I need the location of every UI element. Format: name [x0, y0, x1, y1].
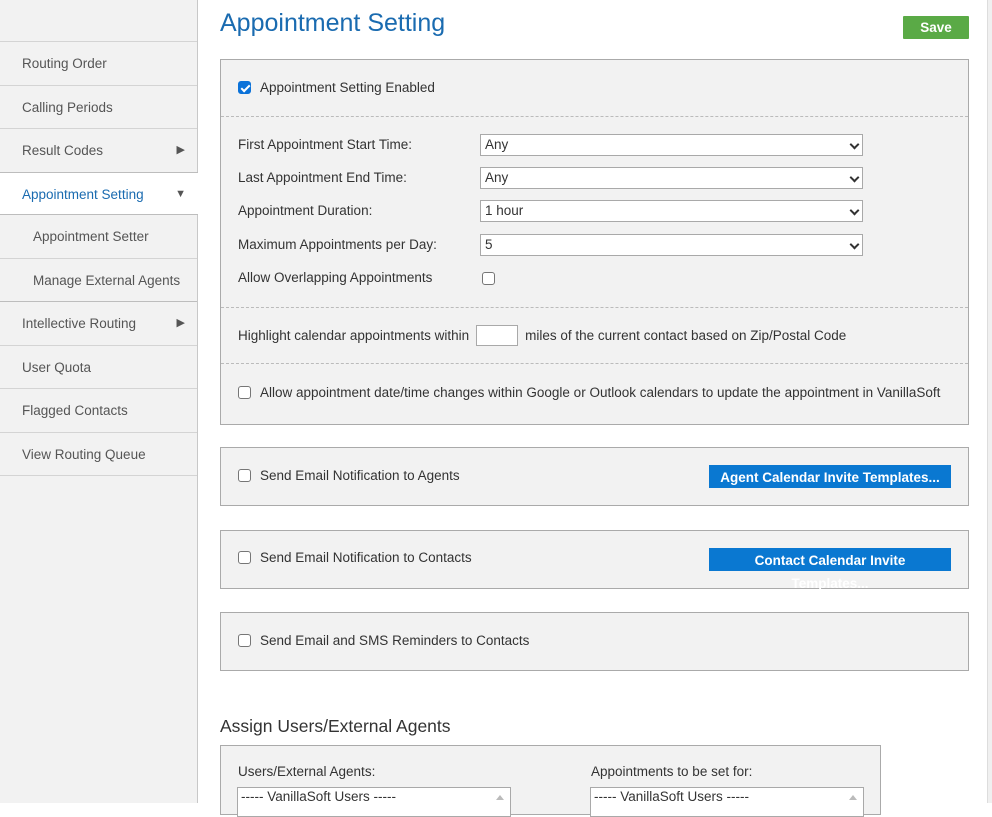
sidebar: Routing Order Calling Periods Result Cod…	[0, 0, 198, 803]
highlight-section: Highlight calendar appointments within m…	[221, 308, 968, 364]
max-per-day-select[interactable]: 5	[480, 234, 863, 256]
sidebar-item-view-routing-queue[interactable]: View Routing Queue	[0, 433, 197, 476]
enabled-label: Appointment Setting Enabled	[260, 80, 435, 95]
page-scrollbar[interactable]	[987, 0, 992, 803]
users-agents-label: Users/External Agents:	[238, 764, 376, 779]
sidebar-item-label: Result Codes	[22, 143, 104, 158]
listbox-option[interactable]: ----- VanillaSoft Users -----	[594, 789, 749, 804]
agent-notification-row[interactable]: Send Email Notification to Agents	[238, 468, 460, 483]
overlap-label: Allow Overlapping Appointments	[238, 270, 433, 285]
contact-notification-checkbox[interactable]	[238, 551, 251, 564]
scroll-up-icon[interactable]	[496, 795, 504, 800]
scroll-up-icon[interactable]	[849, 795, 857, 800]
sidebar-item-appointment-setter[interactable]: Appointment Setter	[0, 215, 197, 259]
reminders-checkbox[interactable]	[238, 634, 251, 647]
first-start-time-select[interactable]: Any	[480, 134, 863, 156]
calendar-sync-label: Allow appointment date/time changes with…	[260, 385, 941, 400]
sidebar-item-flagged-contacts[interactable]: Flagged Contacts	[0, 389, 197, 433]
max-per-day-value: 5	[485, 237, 493, 252]
duration-value: 1 hour	[485, 203, 524, 218]
agent-notification-checkbox[interactable]	[238, 469, 251, 482]
calendar-sync-row[interactable]: Allow appointment date/time changes with…	[238, 385, 940, 400]
sidebar-item-manage-external-agents[interactable]: Manage External Agents	[0, 259, 197, 302]
chevron-down-icon	[849, 205, 860, 216]
contact-notification-panel: Send Email Notification to Contacts Cont…	[220, 530, 969, 591]
sidebar-item-label: Appointment Setting	[22, 186, 144, 202]
enable-section: Appointment Setting Enabled	[221, 60, 968, 117]
calendar-sync-checkbox[interactable]	[238, 386, 251, 399]
sidebar-item-user-quota[interactable]: User Quota	[0, 346, 197, 389]
caret-down-icon[interactable]: ▼	[175, 173, 186, 216]
page-title: Appointment Setting	[220, 9, 446, 37]
agent-notification-panel: Send Email Notification to Agents Agent …	[220, 447, 969, 506]
time-settings-section: First Appointment Start Time: Any Last A…	[221, 117, 968, 308]
appointments-for-listbox[interactable]: ----- VanillaSoft Users -----	[590, 787, 864, 817]
listbox-option[interactable]: ----- VanillaSoft Users -----	[241, 789, 396, 804]
calendar-sync-section: Allow appointment date/time changes with…	[221, 364, 968, 424]
duration-select[interactable]: 1 hour	[480, 200, 863, 222]
enabled-checkbox-row[interactable]: Appointment Setting Enabled	[238, 80, 435, 95]
sidebar-item-label: User Quota	[22, 359, 92, 375]
save-button[interactable]: Save	[903, 16, 969, 39]
last-end-time-value: Any	[485, 170, 509, 185]
appointment-settings-panel: Appointment Setting Enabled First Appoin…	[220, 59, 969, 425]
sidebar-item-calling-periods[interactable]: Calling Periods	[0, 86, 197, 129]
sidebar-item-label: Manage External Agents	[33, 272, 181, 288]
appointments-for-label: Appointments to be set for:	[591, 764, 753, 779]
highlight-suffix: miles of the current contact based on Zi…	[525, 328, 847, 343]
sidebar-item-result-codes[interactable]: Result Codes ▶	[0, 129, 197, 173]
sidebar-top-spacer	[0, 0, 197, 42]
chevron-down-icon	[849, 139, 860, 150]
miles-input[interactable]	[476, 325, 519, 346]
agent-notification-label: Send Email Notification to Agents	[260, 468, 460, 483]
users-agents-listbox[interactable]: ----- VanillaSoft Users -----	[237, 787, 511, 817]
first-start-time-value: Any	[485, 137, 509, 152]
contact-notification-row[interactable]: Send Email Notification to Contacts	[238, 550, 472, 565]
sidebar-item-label: Appointment Setter	[33, 229, 149, 244]
overlap-checkbox[interactable]	[482, 272, 495, 285]
sidebar-item-appointment-setting[interactable]: Appointment Setting ▼	[0, 171, 198, 216]
highlight-prefix: Highlight calendar appointments within	[238, 328, 470, 343]
last-end-time-label: Last Appointment End Time:	[238, 170, 407, 185]
sidebar-item-label: View Routing Queue	[22, 446, 146, 462]
chevron-down-icon	[849, 172, 860, 183]
enabled-checkbox[interactable]	[238, 81, 251, 94]
sidebar-item-label: Calling Periods	[22, 99, 113, 115]
max-per-day-label: Maximum Appointments per Day:	[238, 237, 437, 252]
duration-label: Appointment Duration:	[238, 203, 373, 218]
assign-section-title: Assign Users/External Agents	[220, 716, 451, 736]
chevron-down-icon	[849, 239, 860, 250]
contact-calendar-templates-button[interactable]: Contact Calendar Invite Templates...	[709, 548, 951, 591]
sidebar-item-label: Flagged Contacts	[22, 403, 128, 418]
highlight-row: Highlight calendar appointments within m…	[238, 325, 846, 346]
first-start-time-label: First Appointment Start Time:	[238, 137, 413, 152]
reminders-panel: Send Email and SMS Reminders to Contacts	[220, 612, 969, 671]
sidebar-item-intellective-routing[interactable]: Intellective Routing ▶	[0, 302, 197, 346]
reminders-row[interactable]: Send Email and SMS Reminders to Contacts	[238, 633, 529, 648]
reminders-label: Send Email and SMS Reminders to Contacts	[260, 633, 530, 648]
sidebar-item-label: Routing Order	[22, 56, 107, 71]
agent-calendar-templates-button[interactable]: Agent Calendar Invite Templates...	[709, 465, 951, 488]
sidebar-item-routing-order[interactable]: Routing Order	[0, 42, 197, 86]
caret-right-icon[interactable]: ▶	[177, 129, 185, 172]
caret-right-icon[interactable]: ▶	[177, 302, 185, 345]
assign-panel: Users/External Agents: ----- VanillaSoft…	[220, 745, 881, 817]
sidebar-item-label: Intellective Routing	[22, 316, 137, 331]
last-end-time-select[interactable]: Any	[480, 167, 863, 189]
contact-notification-label: Send Email Notification to Contacts	[260, 550, 472, 565]
